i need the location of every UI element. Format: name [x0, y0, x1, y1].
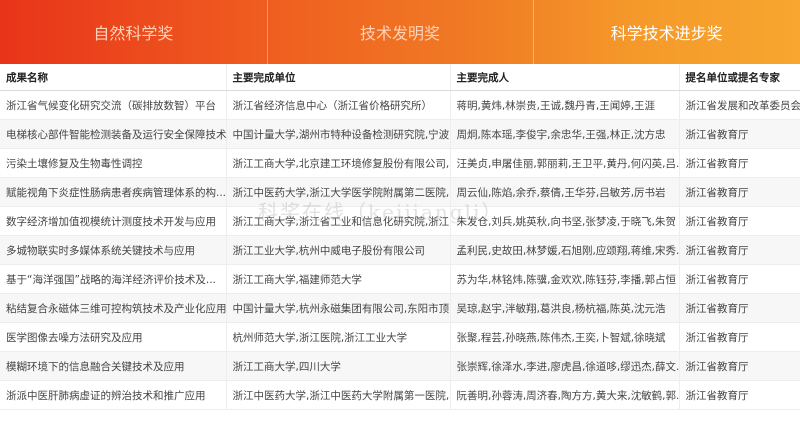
main-persons-cell: 孟利民,史故田,林梦媛,石旭刚,应颂翔,蒋维,宋秀... — [449, 235, 679, 265]
table-header-row: 成果名称 主要完成单位 主要完成人 提名单位或提名专家 — [0, 64, 800, 91]
tab-label: 自然科学奖 — [93, 24, 174, 43]
table-row[interactable]: 基于“海洋强国”战略的海洋经济评价技术及... 浙江工商大学,福建师范大学 苏为华,… — [0, 264, 800, 294]
table-row[interactable]: 粘结复合永磁体三维可控构筑技术及产业化应用 中国计量大学,杭州永磁集团有限公司,东… — [0, 293, 800, 323]
main-units-cell: 浙江中医药大学,浙江中医药大学附属第一医院,... — [225, 380, 450, 410]
main-persons-cell: 汪美贞,申屠佳丽,郭丽莉,王卫平,黄丹,何闪英,吕... — [449, 148, 679, 178]
achievement-name-cell: 模糊环境下的信息融合关键技术及应用 — [0, 351, 226, 381]
table-row[interactable]: 医学图像去噪方法研究及应用 杭州师范大学,浙江医院,浙江工业大学 张聚,程芸,孙晓燕… — [0, 322, 800, 352]
achievement-name-cell: 数字经济增加值视模统计测度技术开发与应用 — [0, 206, 226, 236]
main-persons-cell: 张崇辉,徐泽水,李进,廖虎昌,徐道哆,缪迅杰,薛文... — [449, 351, 679, 381]
nominating-unit-cell: 浙江省教育厅 — [678, 177, 800, 207]
nominating-unit-cell: 浙江省教育厅 — [678, 322, 800, 352]
nominating-unit-cell: 浙江省教育厅 — [678, 148, 800, 178]
table-row[interactable]: 赋能视角下炎症性肠病患者疾病管理体系的构... 浙江中医药大学,浙江大学医学院附属… — [0, 177, 800, 207]
nominating-unit-cell: 浙江省教育厅 — [678, 264, 800, 294]
main-units-cell: 浙江中医药大学,浙江大学医学院附属第二医院,... — [225, 177, 450, 207]
table-row[interactable]: 污染土壤修复及生物毒性调控 浙江工商大学,北京建工环境修复股份有限公司,... 汪美… — [0, 148, 800, 178]
main-persons-cell: 蒋明,黄炜,林崇贵,王诚,魏丹青,王闻婷,王涯 — [449, 90, 679, 120]
tab-2[interactable]: 科学技术进步奖 — [533, 0, 800, 64]
main-persons-cell: 周炯,陈本瑶,李俊宇,余忠华,王强,林正,沈方忠 — [449, 119, 679, 149]
results-table: 成果名称 主要完成单位 主要完成人 提名单位或提名专家 浙江省气候变化研究交流（… — [0, 64, 800, 410]
nominating-unit-cell: 浙江省教育厅 — [678, 235, 800, 265]
main-units-cell: 中国计量大学,湖州市特种设备检测研究院,宁波... — [225, 119, 450, 149]
main-units-cell: 浙江工商大学,四川大学 — [225, 351, 450, 381]
achievement-name-cell: 浙派中医肝肺病虚证的辨治技术和推广应用 — [0, 380, 226, 410]
main-persons-cell: 苏为华,林铭炜,陈骥,金欢欢,陈钰芬,李播,郭占恒 — [449, 264, 679, 294]
main-persons-cell: 周云仙,陈焰,余乔,蔡倩,王华芬,吕敏芳,厉书岩 — [449, 177, 679, 207]
achievement-name-cell: 污染土壤修复及生物毒性调控 — [0, 148, 226, 178]
main-persons-cell: 朱发仓,刘兵,姚英秋,向书坚,张梦凌,于晓飞,朱贺 — [449, 206, 679, 236]
main-units-cell: 浙江工商大学,福建师范大学 — [225, 264, 450, 294]
tab-label: 技术发明奖 — [360, 24, 441, 43]
table-row[interactable]: 多城物联实时多媒体系统关键技术与应用 浙江工业大学,杭州中威电子股份有限公司 孟利民… — [0, 235, 800, 265]
main-units-cell: 浙江工商大学,浙江省工业和信息化研究院,浙江... — [225, 206, 450, 236]
nominating-unit-cell: 浙江省发展和改革委员会 — [678, 90, 800, 120]
header-main-units: 主要完成单位 — [225, 64, 450, 91]
main-units-cell: 中国计量大学,杭州永磁集团有限公司,东阳市顶... — [225, 293, 450, 323]
main-persons-cell: 张聚,程芸,孙晓燕,陈伟杰,王奕,卜智斌,徐晓斌 — [449, 322, 679, 352]
tab-label: 科学技术进步奖 — [610, 24, 723, 43]
achievement-name-cell: 粘结复合永磁体三维可控构筑技术及产业化应用 — [0, 293, 226, 323]
achievement-name-cell: 基于“海洋强国”战略的海洋经济评价技术及... — [0, 264, 226, 294]
main-persons-cell: 吴琼,赵宇,泮敏翔,葛洪良,杨杭福,陈英,沈元浩 — [449, 293, 679, 323]
achievement-name-cell: 浙江省气候变化研究交流（碳排放数智）平台 — [0, 90, 226, 120]
header-main-persons: 主要完成人 — [449, 64, 679, 91]
nominating-unit-cell: 浙江省教育厅 — [678, 293, 800, 323]
tab-0[interactable]: 自然科学奖 — [0, 0, 267, 64]
achievement-name-cell: 赋能视角下炎症性肠病患者疾病管理体系的构... — [0, 177, 226, 207]
table-row[interactable]: 浙派中医肝肺病虚证的辨治技术和推广应用 浙江中医药大学,浙江中医药大学附属第一医院… — [0, 380, 800, 410]
table-row[interactable]: 浙江省气候变化研究交流（碳排放数智）平台 浙江省经济信息中心（浙江省价格研究所）蒋… — [0, 90, 800, 120]
achievement-name-cell: 电梯核心部件智能检测装备及运行安全保障技术 — [0, 119, 226, 149]
nominating-unit-cell: 浙江省教育厅 — [678, 351, 800, 381]
nominating-unit-cell: 浙江省教育厅 — [678, 380, 800, 410]
main-units-cell: 浙江省经济信息中心（浙江省价格研究所） — [225, 90, 450, 120]
award-tabs: 自然科学奖 技术发明奖 科学技术进步奖 — [0, 0, 800, 64]
header-nominating-unit: 提名单位或提名专家 — [678, 64, 800, 91]
table-row[interactable]: 数字经济增加值视模统计测度技术开发与应用 浙江工商大学,浙江省工业和信息化研究院,… — [0, 206, 800, 236]
tab-1[interactable]: 技术发明奖 — [266, 0, 534, 64]
achievement-name-cell: 多城物联实时多媒体系统关键技术与应用 — [0, 235, 226, 265]
main-units-cell: 浙江工商大学,北京建工环境修复股份有限公司,... — [225, 148, 450, 178]
header-achievement-name: 成果名称 — [0, 64, 226, 91]
main-units-cell: 浙江工业大学,杭州中威电子股份有限公司 — [225, 235, 450, 265]
main-persons-cell: 阮善明,孙蓉涛,周济春,陶方方,黄大来,沈敏鹤,郭... — [449, 380, 679, 410]
achievement-name-cell: 医学图像去噪方法研究及应用 — [0, 322, 226, 352]
table-row[interactable]: 模糊环境下的信息融合关键技术及应用 浙江工商大学,四川大学 张崇辉,徐泽水,李进,廖… — [0, 351, 800, 381]
nominating-unit-cell: 浙江省教育厅 — [678, 119, 800, 149]
table-row[interactable]: 电梯核心部件智能检测装备及运行安全保障技术 中国计量大学,湖州市特种设备检测研究院… — [0, 119, 800, 149]
main-units-cell: 杭州师范大学,浙江医院,浙江工业大学 — [225, 322, 450, 352]
nominating-unit-cell: 浙江省教育厅 — [678, 206, 800, 236]
